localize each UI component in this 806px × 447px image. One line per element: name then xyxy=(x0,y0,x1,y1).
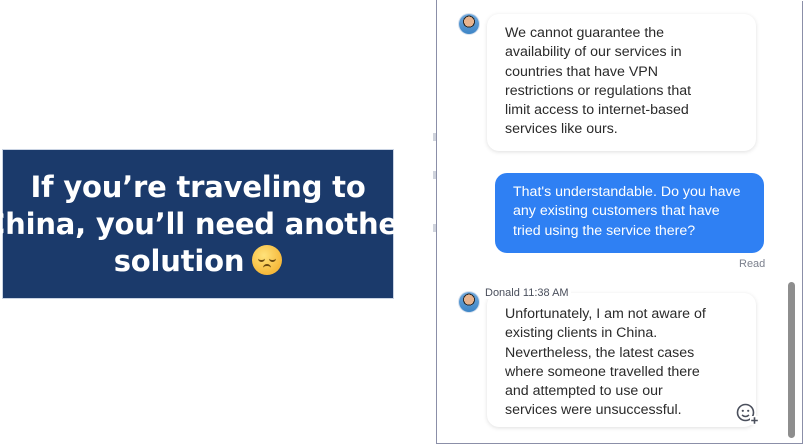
message-line: Nevertheless, the latest cases xyxy=(505,344,695,361)
message-line: where someone travelled there xyxy=(505,363,700,380)
agent-avatar xyxy=(459,14,479,34)
pensive-face-emoji-icon xyxy=(252,244,283,275)
caption-line-last: solution xyxy=(0,243,412,280)
caption-line: China, you’ll need another xyxy=(0,206,412,241)
message-line: availability of our services in xyxy=(505,44,682,61)
message-line: tried using the service there? xyxy=(513,222,696,239)
message-line: countries that have VPN xyxy=(505,63,658,80)
caption-line: solution xyxy=(113,243,245,278)
add-reaction-icon xyxy=(736,403,759,425)
outgoing-message: That's understandable. Do you have any e… xyxy=(495,173,764,253)
incoming-message: Unfortunately, I am not aware of existin… xyxy=(487,293,756,427)
message-line: existing clients in China. xyxy=(505,325,658,342)
message-line: services like ours. xyxy=(505,121,618,138)
sender-name: Donald xyxy=(485,287,520,299)
message-line: restrictions or regulations that xyxy=(505,82,692,99)
caption-text: If you’re traveling to China, you’ll nee… xyxy=(0,169,412,280)
message-line: That's understandable. Do you have xyxy=(513,184,741,200)
scrollbar-thumb[interactable] xyxy=(788,282,795,438)
add-reaction-button[interactable] xyxy=(734,400,760,426)
sender-meta: Donald 11:38 AM xyxy=(483,287,571,299)
incoming-message: We cannot guarantee the availability of … xyxy=(487,14,756,151)
message-line: Unfortunately, I am not aware of xyxy=(505,306,706,322)
message-line: services were unsuccessful. xyxy=(505,402,682,419)
message-line: limit access to internet-based xyxy=(505,102,689,119)
read-receipt: Read xyxy=(739,258,766,270)
caption-banner: If you’re traveling to China, you’ll nee… xyxy=(0,149,412,299)
caption-line: If you’re traveling to xyxy=(30,169,366,204)
message-line: and attempted to use our xyxy=(505,383,663,400)
agent-avatar xyxy=(459,292,479,312)
message-line: any existing customers that have xyxy=(513,203,720,220)
message-time: 11:38 AM xyxy=(522,287,569,299)
message-line: We cannot guarantee the xyxy=(505,25,665,41)
